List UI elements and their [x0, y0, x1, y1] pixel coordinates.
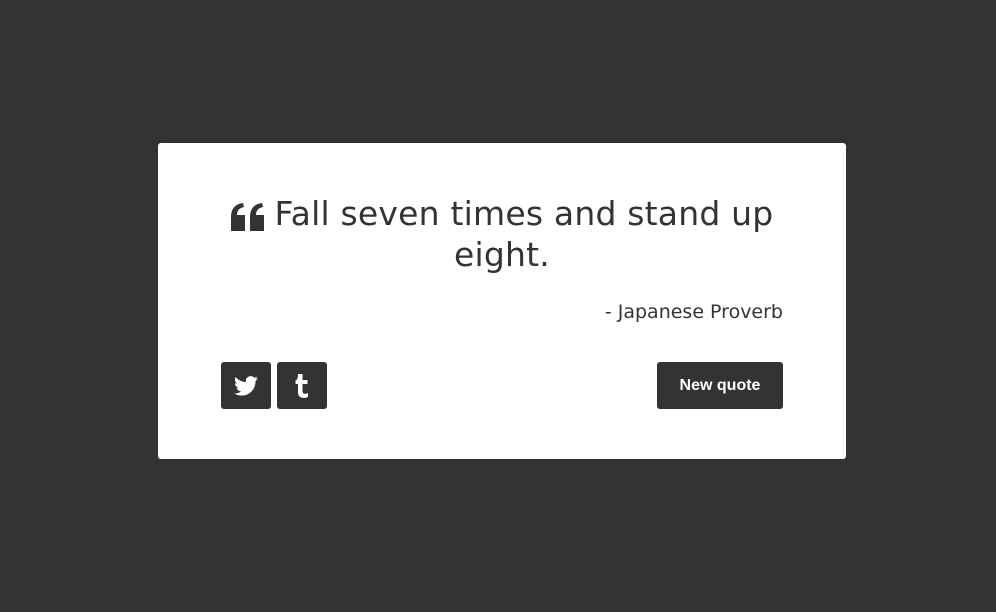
page: Fall seven times and stand up eight. - J…: [0, 0, 996, 612]
tumblr-button[interactable]: [277, 362, 327, 409]
quote-text: Fall seven times and stand up eight.: [274, 194, 774, 274]
quote-author: - Japanese Proverb: [604, 301, 783, 323]
quote-block: Fall seven times and stand up eight.: [221, 193, 783, 275]
quote-card: Fall seven times and stand up eight. - J…: [158, 143, 846, 459]
share-buttons: [221, 362, 327, 409]
tumblr-icon: [295, 373, 308, 398]
twitter-icon: [234, 375, 258, 396]
tweet-button[interactable]: [221, 362, 271, 409]
new-quote-button[interactable]: New quote: [657, 362, 783, 409]
quote-left-icon: [230, 199, 265, 231]
